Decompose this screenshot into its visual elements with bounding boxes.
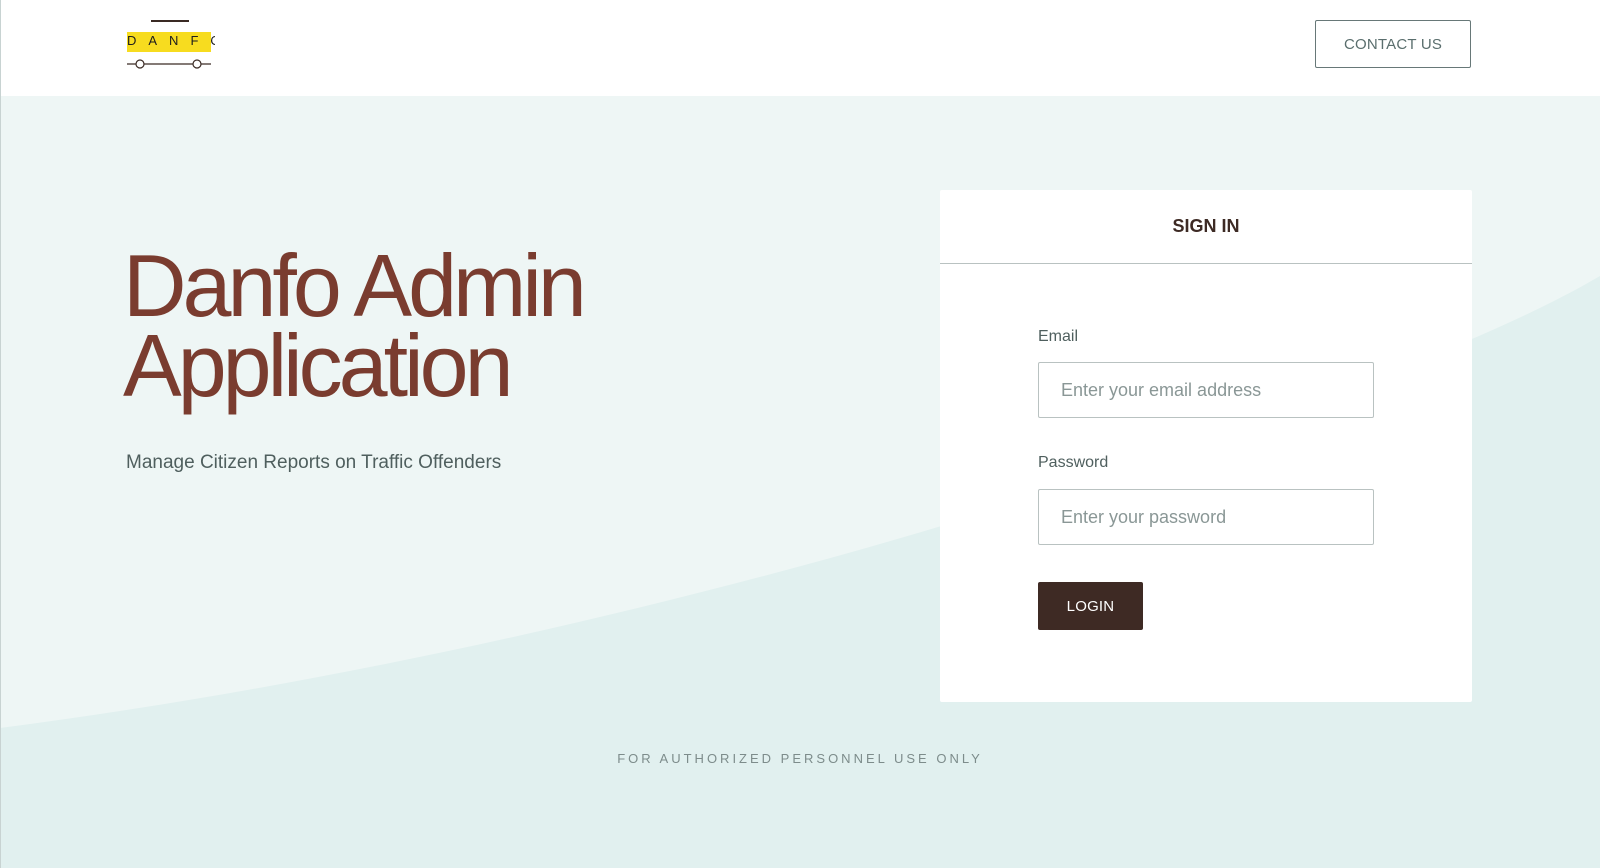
logo-text: DANFO	[127, 33, 215, 48]
login-button[interactable]: LOGIN	[1038, 582, 1143, 630]
logo-roof-line	[151, 20, 189, 22]
password-label: Password	[1038, 454, 1109, 471]
page-title-line-2: Application	[123, 316, 514, 415]
authorized-use-notice: FOR AUTHORIZED PERSONNEL USE ONLY	[617, 751, 983, 766]
signin-heading: SIGN IN	[940, 190, 1472, 264]
page-subtitle: Manage Citizen Reports on Traffic Offend…	[126, 452, 502, 473]
login-page: DANFO CONTACT US Danfo Admin Application…	[0, 0, 1600, 868]
page-title: Danfo Admin Application	[123, 242, 883, 410]
email-label: Email	[1038, 328, 1079, 345]
danfo-bus-logo-icon[interactable]: DANFO	[127, 20, 215, 72]
password-field[interactable]	[1038, 489, 1374, 545]
contact-us-button[interactable]: CONTACT US	[1315, 20, 1471, 68]
logo-wheels-icon	[127, 59, 211, 69]
email-field[interactable]	[1038, 362, 1374, 418]
left-border	[0, 0, 1, 868]
top-header: DANFO CONTACT US	[1, 0, 1600, 96]
signin-card: SIGN IN Email Password LOGIN	[940, 190, 1472, 702]
